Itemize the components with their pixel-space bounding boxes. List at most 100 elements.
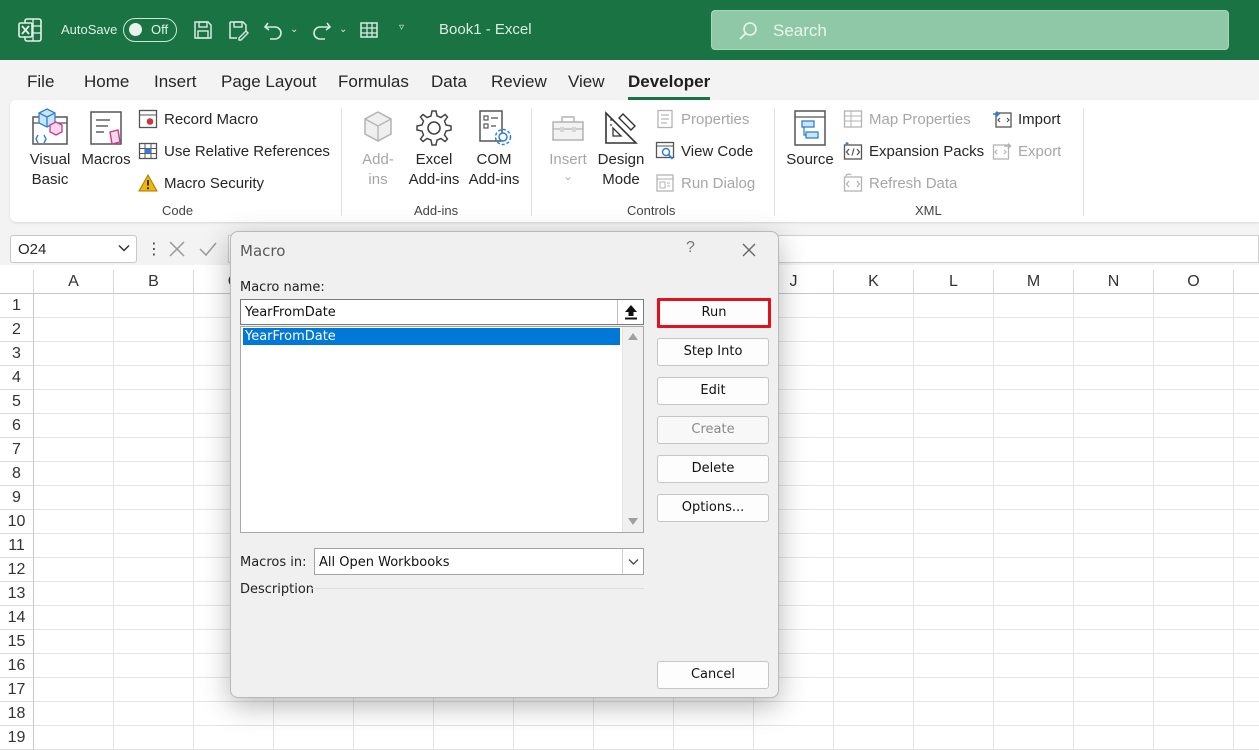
macro-security-button[interactable]: Macro Security — [138, 172, 264, 194]
go-to-macro-button[interactable] — [617, 300, 643, 324]
customize-qat-icon[interactable]: ▿ — [399, 22, 404, 33]
step-into-button[interactable]: Step Into — [657, 338, 769, 366]
visual-basic-button[interactable]: Visual Basic — [22, 108, 78, 190]
search-box[interactable]: Search — [711, 10, 1229, 50]
confirm-entry-icon[interactable] — [198, 240, 218, 258]
macro-list[interactable]: YearFromDate — [240, 326, 644, 533]
create-button[interactable]: Create — [657, 416, 769, 444]
macro-dialog: Macro ? Macro name: YearFromDate YearFro… — [230, 231, 779, 698]
options-button[interactable]: Options... — [657, 494, 769, 522]
redo-button[interactable] — [309, 18, 335, 42]
row-header[interactable]: 12 — [0, 558, 34, 582]
use-relative-references-label: Use Relative References — [164, 142, 330, 160]
xml-source-button[interactable]: Source — [785, 108, 835, 170]
design-mode-button[interactable]: Design Mode — [595, 108, 647, 190]
tab-home[interactable]: Home — [84, 72, 129, 92]
row-header[interactable]: 17 — [0, 678, 34, 702]
undo-button[interactable] — [260, 18, 286, 42]
run-dialog-button[interactable]: Run Dialog — [655, 172, 755, 194]
macros-in-dropdown[interactable] — [622, 549, 643, 574]
gear-icon — [416, 110, 452, 146]
redo-dropdown-icon[interactable]: ⌄ — [339, 24, 347, 35]
row-header[interactable]: 16 — [0, 654, 34, 678]
close-icon[interactable] — [741, 242, 757, 258]
scroll-down-icon[interactable] — [628, 518, 638, 525]
column-header[interactable]: L — [914, 270, 994, 294]
com-add-ins-icon — [479, 110, 512, 146]
delete-button[interactable]: Delete — [657, 455, 769, 483]
scroll-up-icon[interactable] — [628, 333, 638, 340]
xml-import-button[interactable]: Import — [992, 108, 1061, 130]
help-icon[interactable]: ? — [686, 239, 695, 257]
row-header[interactable]: 14 — [0, 606, 34, 630]
use-relative-references-button[interactable]: Use Relative References — [138, 140, 330, 162]
tab-data[interactable]: Data — [431, 72, 467, 92]
scrollbar[interactable] — [622, 327, 643, 532]
expansion-packs-label: Expansion Packs — [869, 142, 985, 160]
cancel-button[interactable]: Cancel — [657, 661, 769, 689]
expansion-packs-button[interactable]: Expansion Packs — [843, 140, 984, 162]
row-header[interactable]: 18 — [0, 702, 34, 726]
view-code-button[interactable]: View Code — [655, 140, 753, 162]
tab-review[interactable]: Review — [491, 72, 547, 92]
xml-export-button[interactable]: Export — [992, 140, 1061, 162]
row-header[interactable]: 7 — [0, 438, 34, 462]
save-as-button[interactable] — [225, 18, 251, 42]
map-properties-button[interactable]: Map Properties — [843, 108, 971, 130]
excel-add-ins-button[interactable]: Excel Add-ins — [405, 108, 463, 190]
column-header[interactable]: K — [834, 270, 914, 294]
column-header[interactable]: N — [1074, 270, 1154, 294]
row-header[interactable]: 2 — [0, 318, 34, 342]
document-title: Book1 - Excel — [439, 21, 532, 38]
com-add-ins-button[interactable]: COM Add-ins — [465, 108, 523, 190]
insert-control-button[interactable]: Insert ⌄ — [543, 108, 593, 184]
tab-developer[interactable]: Developer — [628, 72, 711, 100]
row-header[interactable]: 10 — [0, 510, 34, 534]
row-header[interactable]: 4 — [0, 366, 34, 390]
tab-insert[interactable]: Insert — [154, 72, 197, 92]
autosave-state: Off — [151, 22, 169, 37]
save-button[interactable] — [190, 18, 216, 42]
name-box[interactable]: O24 — [10, 235, 137, 263]
row-header[interactable]: 3 — [0, 342, 34, 366]
refresh-data-button[interactable]: Refresh Data — [843, 172, 957, 194]
row-header[interactable]: 13 — [0, 582, 34, 606]
tab-view[interactable]: View — [568, 72, 605, 92]
row-header[interactable]: 19 — [0, 726, 34, 750]
column-header[interactable]: M — [994, 270, 1074, 294]
column-header-partial[interactable] — [1234, 270, 1259, 294]
macro-name-input[interactable]: YearFromDate — [240, 299, 644, 325]
undo-dropdown-icon[interactable]: ⌄ — [290, 24, 298, 35]
column-header[interactable]: B — [114, 270, 194, 294]
list-item[interactable]: YearFromDate — [243, 328, 620, 345]
view-code-label: View Code — [681, 142, 754, 160]
autosave-toggle[interactable]: Off — [123, 18, 177, 42]
cancel-entry-icon[interactable] — [168, 240, 186, 258]
select-all-corner[interactable] — [0, 270, 34, 294]
column-header[interactable]: O — [1154, 270, 1234, 294]
toggle-knob — [129, 23, 142, 36]
more-options-icon[interactable]: ⋮ — [146, 239, 162, 259]
run-button[interactable]: Run — [657, 298, 771, 328]
row-header[interactable]: 15 — [0, 630, 34, 654]
row-header[interactable]: 11 — [0, 534, 34, 558]
table-button[interactable] — [356, 18, 382, 42]
chevron-down-icon[interactable] — [118, 242, 130, 254]
macros-in-select[interactable]: All Open Workbooks — [314, 548, 644, 575]
macros-button[interactable]: Macros — [80, 108, 132, 170]
record-macro-button[interactable]: Record Macro — [138, 108, 258, 130]
excel-add-ins-label-1: Excel — [415, 151, 453, 168]
tab-page-layout[interactable]: Page Layout — [221, 72, 316, 92]
add-ins-button[interactable]: Add- ins — [354, 108, 402, 190]
column-header[interactable]: A — [34, 270, 114, 294]
row-header[interactable]: 8 — [0, 462, 34, 486]
row-header[interactable]: 5 — [0, 390, 34, 414]
properties-button[interactable]: Properties — [655, 108, 749, 130]
row-header[interactable]: 9 — [0, 486, 34, 510]
tab-file[interactable]: File — [27, 72, 54, 92]
add-ins-icon — [364, 111, 392, 142]
edit-button[interactable]: Edit — [657, 377, 769, 405]
tab-formulas[interactable]: Formulas — [338, 72, 409, 92]
row-header[interactable]: 1 — [0, 294, 34, 318]
row-header[interactable]: 6 — [0, 414, 34, 438]
